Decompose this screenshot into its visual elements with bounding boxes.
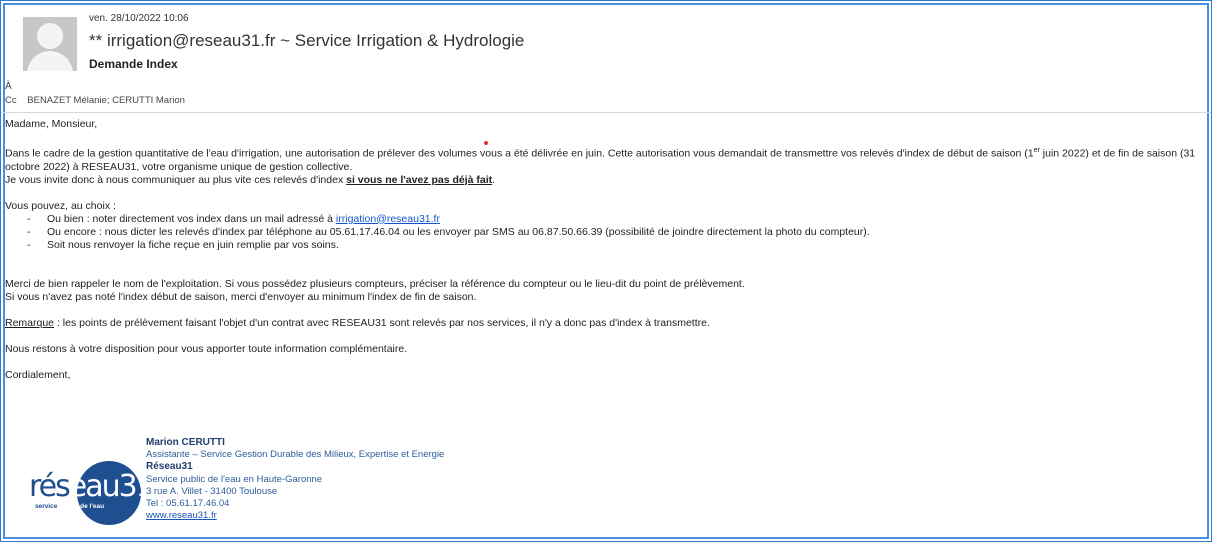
signature-address: 3 rue A. Villet - 31400 Toulouse bbox=[146, 485, 278, 497]
paragraph-2b: Si vous n'avez pas noté l'index début de… bbox=[5, 290, 477, 303]
website-link[interactable]: www.reseau31.fr bbox=[146, 510, 217, 521]
remark-paragraph: Remarque : les points de prélèvement fai… bbox=[5, 316, 710, 329]
signature-role: Assistante – Service Gestion Durable des… bbox=[146, 449, 445, 461]
sender-avatar bbox=[23, 17, 77, 71]
message-body: Madame, Monsieur, Dans le cadre de la ge… bbox=[5, 118, 1207, 382]
list-item: Ou encore : nous dicter les relevés d'in… bbox=[27, 226, 1207, 239]
list-item: Soit nous renvoyer la fiche reçue en jui… bbox=[27, 239, 1207, 252]
sign-off: Cordialement, bbox=[5, 368, 71, 381]
to-label: À bbox=[5, 81, 12, 92]
reseau31-logo: réseau31 service public de l'eau bbox=[29, 461, 155, 525]
emphasis-text: si vous ne l'avez pas déjà fait bbox=[346, 173, 493, 186]
signature-phone: Tel : 05.61.17.46.04 bbox=[146, 498, 230, 510]
cc-label: Cc bbox=[5, 95, 17, 106]
header-divider bbox=[1, 112, 1211, 113]
closing-paragraph: Nous restons à votre disposition pour vo… bbox=[5, 342, 408, 355]
message-date: ven. 28/10/2022 10:06 bbox=[89, 13, 189, 24]
avatar-body-shape bbox=[27, 51, 73, 71]
signature-line: Service public de l'eau en Haute-Garonne bbox=[146, 473, 323, 485]
cc-recipients[interactable]: BENAZET Mélanie; CERUTTI Marion bbox=[27, 95, 185, 106]
greeting: Madame, Monsieur, bbox=[5, 118, 98, 130]
signature-name: Marion CERUTTI bbox=[146, 437, 225, 448]
avatar-head-shape bbox=[37, 23, 63, 49]
window-frame: ven. 28/10/2022 10:06 ** irrigation@rese… bbox=[0, 0, 1212, 542]
signature-block: Marion CERUTTI Assistante – Service Gest… bbox=[146, 437, 444, 522]
list-item: Ou bien : noter directement vos index da… bbox=[27, 213, 1207, 226]
logo-tagline: service public de l'eau bbox=[35, 503, 105, 510]
message-subject: Demande Index bbox=[89, 57, 178, 71]
paragraph-2a: Merci de bien rappeler le nom de l'explo… bbox=[5, 277, 745, 290]
logo-wordmark: réseau31 bbox=[29, 469, 155, 504]
cc-row: Cc BENAZET Mélanie; CERUTTI Marion bbox=[5, 95, 185, 106]
choice-intro: Vous pouvez, au choix : bbox=[5, 199, 116, 212]
message-header: ven. 28/10/2022 10:06 ** irrigation@rese… bbox=[1, 1, 1211, 111]
irrigation-email-link[interactable]: irrigation@reseau31.fr bbox=[336, 213, 440, 225]
options-list: Ou bien : noter directement vos index da… bbox=[5, 213, 1207, 252]
paragraph-1: Dans le cadre de la gestion quantitative… bbox=[5, 147, 1196, 173]
signature-org: Réseau31 bbox=[146, 461, 193, 473]
paragraph-1-request: Je vous invite donc à nous communiquer a… bbox=[5, 173, 496, 186]
remark-label: Remarque bbox=[5, 316, 55, 329]
sender-name[interactable]: ** irrigation@reseau31.fr ~ Service Irri… bbox=[89, 31, 524, 51]
